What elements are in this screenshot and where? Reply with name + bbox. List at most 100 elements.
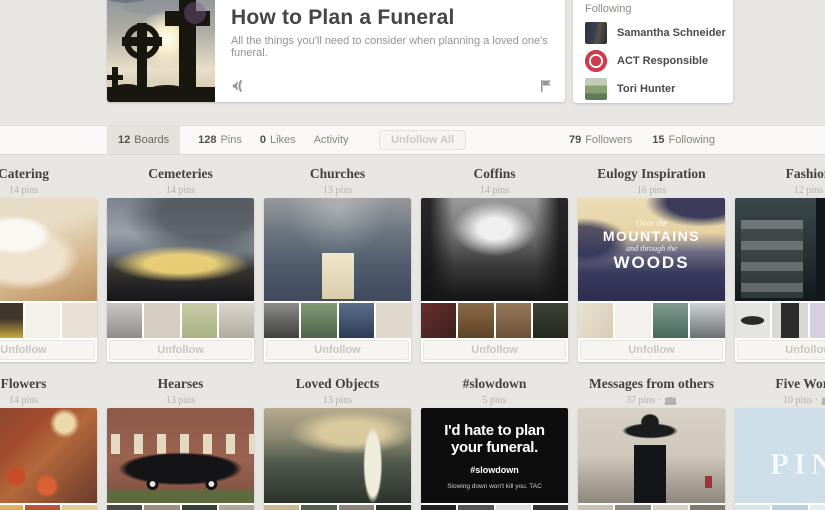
board-cover[interactable]: Over the MOUNTAINS and through the WOODS — [578, 198, 725, 301]
tab-boards[interactable]: 12 Boards — [107, 126, 181, 154]
mini-thumbnail[interactable] — [495, 303, 531, 338]
board-pins-line: 13 pins — [264, 185, 411, 196]
following-user-row[interactable]: Samantha Schneider — [585, 22, 726, 44]
mini-thumbnail[interactable] — [532, 303, 568, 338]
followers-stat[interactable]: 79 Followers — [569, 134, 632, 146]
tab-activity[interactable]: Activity — [314, 134, 349, 146]
unfollow-button[interactable]: Unfollow — [423, 340, 566, 360]
mini-thumbnail[interactable] — [264, 303, 300, 338]
board-title[interactable]: Coffins — [421, 166, 568, 182]
unfollow-button[interactable]: Unfollow — [0, 340, 95, 360]
board-pins-count: 37 pins · — [626, 395, 661, 406]
board-title[interactable]: Flowers — [0, 376, 97, 392]
following-stat[interactable]: 15 Following — [652, 134, 715, 146]
board-title[interactable]: Messages from others — [578, 376, 725, 392]
mini-thumbnail[interactable] — [652, 303, 688, 338]
mini-thumbnail[interactable] — [301, 303, 337, 338]
mini-thumbnail[interactable] — [809, 303, 825, 338]
board-title[interactable]: Loved Objects — [264, 376, 411, 392]
board-title[interactable]: Cemeteries — [107, 166, 254, 182]
unfollow-all-button[interactable]: Unfollow All — [379, 130, 467, 150]
mini-thumbnail[interactable] — [264, 505, 300, 510]
board-cover[interactable] — [735, 198, 825, 301]
board-cover[interactable] — [578, 408, 725, 503]
mini-thumbnail[interactable] — [809, 505, 825, 510]
mini-thumbnail[interactable] — [24, 303, 60, 338]
board-pins-count: 14 pins — [8, 395, 39, 406]
board-thumbnail-card: I'd hate to plan your funeral. #slowdown Sl… — [421, 408, 568, 510]
mini-thumbnail[interactable] — [0, 505, 23, 510]
mini-thumbnail[interactable] — [107, 303, 143, 338]
board-cover[interactable] — [264, 408, 411, 503]
mini-thumbnail[interactable] — [181, 505, 217, 510]
mini-thumbnail[interactable] — [61, 303, 97, 338]
mini-thumbnail[interactable] — [578, 303, 614, 338]
mini-thumbnail[interactable] — [689, 505, 725, 510]
board-thumbnail-card: Over the MOUNTAINS and through the WOODS Un… — [578, 198, 725, 362]
mini-thumbnail[interactable] — [0, 303, 23, 338]
rss-icon[interactable] — [231, 79, 247, 93]
mini-thumbnail[interactable] — [218, 505, 254, 510]
board-header: Messages from others 37 pins · — [578, 376, 725, 406]
mini-thumbnail[interactable] — [495, 505, 531, 510]
mini-thumbnail[interactable] — [144, 303, 180, 338]
board-cover[interactable]: PINE BOX — [735, 408, 825, 503]
mini-thumbnail[interactable] — [375, 303, 411, 338]
mini-thumbnail[interactable] — [735, 303, 771, 338]
following-user-row[interactable]: Tori Hunter — [585, 78, 675, 100]
mini-thumbnail[interactable] — [421, 505, 457, 510]
mini-thumbnail[interactable] — [532, 505, 568, 510]
profile-cover-image[interactable] — [107, 0, 215, 102]
board-title[interactable]: Hearses — [107, 376, 254, 392]
mini-thumbnail[interactable] — [615, 303, 651, 338]
mini-thumbnail[interactable] — [458, 505, 494, 510]
board-cover[interactable] — [421, 198, 568, 301]
board-cover[interactable] — [107, 408, 254, 503]
flag-icon[interactable] — [540, 79, 552, 93]
mini-thumbnail[interactable] — [338, 505, 374, 510]
mini-thumbnail[interactable] — [421, 303, 457, 338]
mini-thumbnail[interactable] — [61, 505, 97, 510]
board-title[interactable]: #slowdown — [421, 376, 568, 392]
mini-thumbnail[interactable] — [652, 505, 688, 510]
cover-text: Slowing down won't kill you. TAC — [447, 483, 542, 490]
mini-thumbnail[interactable] — [578, 505, 614, 510]
mini-thumbnail[interactable] — [301, 505, 337, 510]
board-cover[interactable] — [107, 198, 254, 301]
mini-thumbnail[interactable] — [144, 505, 180, 510]
board-cover[interactable] — [264, 198, 411, 301]
unfollow-button[interactable]: Unfollow — [266, 340, 409, 360]
following-user-row[interactable]: ACT Responsible — [585, 50, 708, 72]
tab-likes[interactable]: 0 Likes — [260, 134, 296, 146]
board-title[interactable]: Catering — [0, 166, 97, 182]
mini-thumbnail[interactable] — [772, 505, 808, 510]
mini-thumbnail[interactable] — [772, 303, 808, 338]
mini-thumbnail[interactable] — [181, 303, 217, 338]
cover-text: MOUNTAINS — [602, 228, 701, 244]
page-title: How to Plan a Funeral — [231, 6, 455, 29]
board-title[interactable]: Churches — [264, 166, 411, 182]
cover-text: #slowdown — [470, 465, 519, 475]
mini-thumbnail[interactable] — [375, 505, 411, 510]
mini-thumbnail[interactable] — [218, 303, 254, 338]
mini-thumbnail[interactable] — [107, 505, 143, 510]
mini-thumbnail[interactable] — [338, 303, 374, 338]
board-cover[interactable] — [0, 198, 97, 301]
mini-thumbnail[interactable] — [24, 505, 60, 510]
unfollow-button[interactable]: Unfollow — [109, 340, 252, 360]
mini-thumbnail[interactable] — [615, 505, 651, 510]
board-mini-thumbnails — [421, 505, 568, 510]
likes-count: 0 — [259, 134, 266, 146]
mini-thumbnail[interactable] — [735, 505, 771, 510]
mini-thumbnail[interactable] — [689, 303, 725, 338]
board-cover[interactable] — [0, 408, 97, 503]
board-title[interactable]: Eulogy Inspiration — [578, 166, 725, 182]
mini-thumbnail[interactable] — [458, 303, 494, 338]
board-title[interactable]: Five Words — [735, 376, 825, 392]
unfollow-button[interactable]: Unfollow — [737, 340, 825, 360]
board-cover[interactable]: I'd hate to plan your funeral. #slowdown Sl… — [421, 408, 568, 503]
tab-pins[interactable]: 128 Pins — [198, 134, 242, 146]
unfollow-button[interactable]: Unfollow — [580, 340, 723, 360]
boards-label: Boards — [134, 134, 170, 146]
board-title[interactable]: Fashion — [735, 166, 825, 182]
